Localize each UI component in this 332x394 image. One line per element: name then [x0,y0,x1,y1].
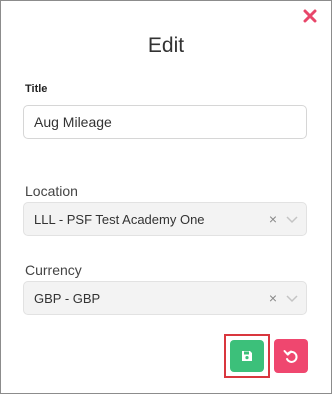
chevron-down-icon[interactable] [284,214,300,224]
location-label: Location [25,183,78,199]
currency-select-value: GBP - GBP [34,290,101,306]
dialog-title: Edit [147,34,185,57]
save-button-highlight [224,334,270,378]
title-input[interactable]: Aug Mileage [23,105,307,139]
location-clear-icon[interactable]: × [266,211,280,227]
close-icon [303,9,317,23]
location-select[interactable]: LLL - PSF Test Academy One × [23,202,307,236]
save-button[interactable] [230,340,264,372]
save-icon [242,351,252,361]
undo-icon [283,350,298,363]
currency-label: Currency [25,262,82,278]
chevron-down-icon[interactable] [284,293,300,303]
currency-select[interactable]: GBP - GBP × [23,281,307,315]
currency-clear-icon[interactable]: × [266,290,280,306]
location-select-value: LLL - PSF Test Academy One [34,211,205,227]
edit-dialog: Edit Title Aug Mileage Location LLL - PS… [0,0,332,394]
title-input-value: Aug Mileage [34,114,112,130]
title-label: Title [25,83,48,95]
close-button[interactable] [301,7,319,25]
reset-button[interactable] [274,339,308,373]
